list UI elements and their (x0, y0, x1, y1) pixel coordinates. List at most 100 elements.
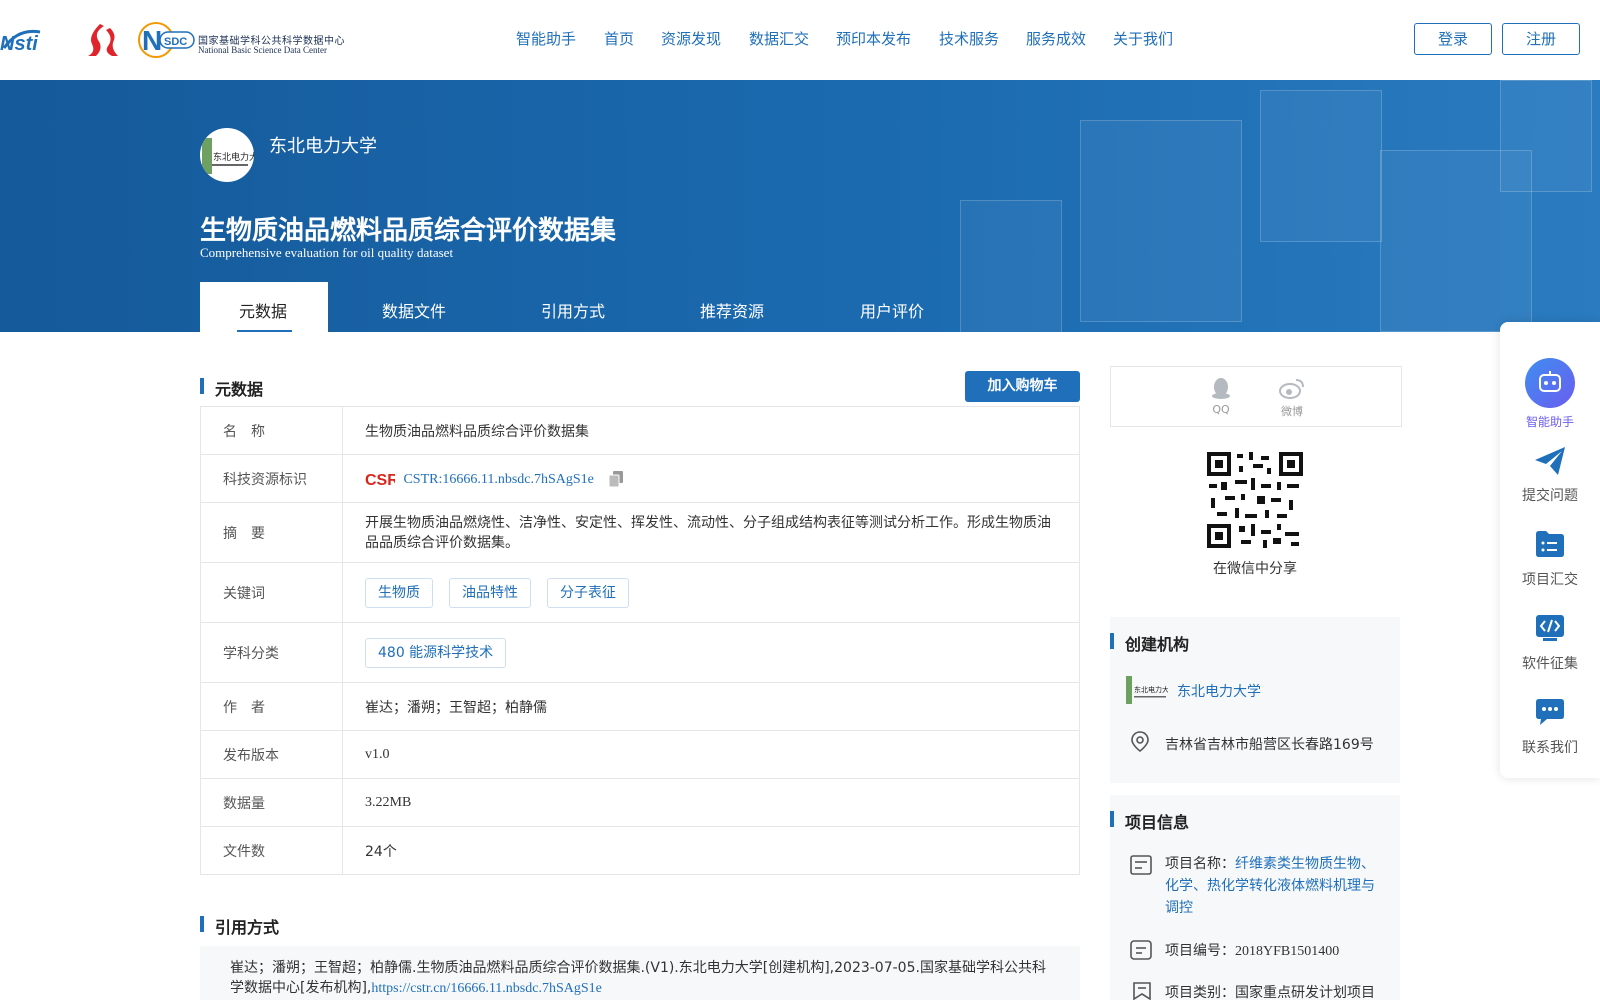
project-code-value: 2018YFB1501400 (1235, 944, 1340, 959)
subject-tag[interactable]: 480 能源科学技术 (365, 637, 507, 668)
table-row: 科技资源标识 CSR CSTR:16666.11.nbsdc.7hSAgS1e (200, 454, 1080, 503)
section-marker (1110, 633, 1114, 649)
copy-icon[interactable] (608, 470, 624, 488)
citation-link[interactable]: https://cstr.cn/16666.11.nbsdc.7hSAgS1e (371, 981, 601, 996)
dataset-name-value: 生物质油品燃料品质综合评价数据集 (342, 406, 1080, 455)
keyword-tag[interactable]: 油品特性 (449, 577, 531, 608)
table-row: 数据量 3.22MB (200, 778, 1080, 827)
paper-plane-icon[interactable] (1534, 446, 1566, 476)
creator-org-logo[interactable]: 东北电力大学 (1126, 674, 1168, 706)
table-row: 关键词 生物质 油品特性 分子表征 (200, 562, 1080, 623)
section-marker (200, 378, 204, 394)
section-marker (200, 916, 204, 932)
chat-icon[interactable] (1535, 698, 1565, 726)
tab-reviews[interactable]: 用户评价 (860, 298, 924, 322)
location-icon (1131, 731, 1149, 752)
project-code: 项目编号：2018YFB1501400 (1165, 940, 1339, 960)
project-type-label: 项目类别： (1165, 985, 1235, 1001)
folder-list-icon[interactable] (1535, 530, 1565, 558)
citation-text-block: 崔达；潘朔；王智超；柏静儒.生物质油品燃料品质综合评价数据集.(V1).东北电力… (200, 946, 1080, 999)
weibo-icon[interactable] (1279, 377, 1305, 399)
org-logo[interactable]: 东北电力大学 (200, 128, 254, 182)
row-label: 关键词 (200, 562, 343, 623)
dataset-subtitle: Comprehensive evaluation for oil quality… (200, 245, 454, 260)
metadata-table: 名 称 生物质油品燃料品质综合评价数据集 科技资源标识 CSR CSTR:166… (200, 406, 1080, 875)
share-box: QQ 微博 (1110, 366, 1402, 427)
wechat-qr-code (1205, 450, 1305, 550)
assistant-button[interactable] (1525, 358, 1575, 408)
metadata-section-title: 元数据 (215, 380, 264, 399)
project-code-label: 项目编号： (1165, 943, 1235, 959)
svg-text:东北电力大学: 东北电力大学 (1134, 685, 1168, 694)
project-name-label: 项目名称： (1165, 856, 1235, 872)
project-code-icon (1130, 940, 1152, 960)
section-marker (1110, 811, 1114, 827)
keyword-tag[interactable]: 生物质 (365, 577, 433, 608)
nsti-logo[interactable]: Nsti (0, 24, 66, 56)
row-label: 名 称 (200, 406, 343, 455)
table-row: 学科分类 480 能源科学技术 (200, 622, 1080, 683)
partner-logo[interactable] (82, 22, 120, 58)
cstr-cell: CSR CSTR:16666.11.nbsdc.7hSAgS1e (342, 454, 1080, 503)
tab-recommended[interactable]: 推荐资源 (700, 298, 764, 322)
svg-text:SDC: SDC (164, 36, 187, 48)
tab-citation[interactable]: 引用方式 (541, 298, 605, 322)
creator-address: 吉林省吉林市船营区长春路169号 (1165, 737, 1374, 753)
nav-data-submission[interactable]: 数据汇交 (749, 28, 809, 49)
banner-org-name[interactable]: 东北电力大学 (269, 132, 377, 158)
authors-value: 崔达；潘朔；王智超；柏静儒 (342, 682, 1080, 731)
table-row: 文件数 24个 (200, 826, 1080, 875)
qq-icon[interactable] (1211, 377, 1231, 399)
data-size-value: 3.22MB (342, 778, 1080, 827)
row-label: 发布版本 (200, 730, 343, 779)
nav-resource-discovery[interactable]: 资源发现 (661, 28, 721, 49)
banner-decoration (1080, 120, 1242, 322)
citation-text: 崔达；潘朔；王智超；柏静儒.生物质油品燃料品质综合评价数据集.(V1).东北电力… (230, 960, 1046, 996)
add-to-cart-button[interactable]: 加入购物车 (965, 371, 1080, 402)
nsdc-logo[interactable]: N SDC 国家基础学科公共科学数据中心 National Basic Scie… (136, 20, 348, 60)
tab-metadata[interactable]: 元数据 (239, 298, 287, 322)
nav-tech-service[interactable]: 技术服务 (939, 28, 999, 49)
sidebar-contact-us[interactable]: 联系我们 (1500, 737, 1600, 757)
version-value: v1.0 (342, 730, 1080, 779)
cstr-link[interactable]: CSTR:16666.11.nbsdc.7hSAgS1e (403, 472, 593, 487)
citation-panel: 崔达；潘朔；王智超；柏静儒.生物质油品燃料品质综合评价数据集.(V1).东北电力… (200, 946, 1080, 1000)
tab-data-files[interactable]: 数据文件 (382, 298, 446, 322)
cstr-logo-icon: CSR (365, 472, 399, 489)
tab-active-indicator (237, 330, 292, 332)
login-button[interactable]: 登录 (1414, 23, 1492, 55)
table-row: 作 者 崔达；潘朔；王智超；柏静儒 (200, 682, 1080, 731)
weibo-label: 微博 (1281, 405, 1303, 418)
robot-icon (1539, 371, 1561, 392)
project-type-value: 国家重点研发计划项目 (1235, 985, 1375, 1001)
keyword-tag[interactable]: 分子表征 (547, 577, 629, 608)
dataset-title: 生物质油品燃料品质综合评价数据集 (200, 216, 617, 246)
nsdc-en-name: National Basic Science Data Center (198, 45, 327, 55)
subject-cell: 480 能源科学技术 (342, 622, 1080, 683)
row-label: 摘 要 (200, 502, 343, 563)
row-label: 数据量 (200, 778, 343, 827)
file-count-value: 24个 (342, 826, 1080, 875)
sidebar-software-collection[interactable]: 软件征集 (1500, 653, 1600, 673)
keywords-cell: 生物质 油品特性 分子表征 (342, 562, 1080, 623)
row-label: 作 者 (200, 682, 343, 731)
nav-home[interactable]: 首页 (604, 28, 634, 49)
sidebar-assistant-label[interactable]: 智能助手 (1500, 413, 1600, 430)
project-type: 项目类别：国家重点研发计划项目 (1165, 982, 1375, 1002)
nav-assistant[interactable]: 智能助手 (516, 28, 576, 49)
row-label: 文件数 (200, 826, 343, 875)
creator-org-link[interactable]: 东北电力大学 (1177, 681, 1261, 701)
svg-text:CSR: CSR (365, 472, 395, 488)
svg-text:Nsti: Nsti (0, 33, 38, 55)
nav-service-results[interactable]: 服务成效 (1026, 28, 1086, 49)
project-section-title: 项目信息 (1125, 813, 1190, 832)
register-button[interactable]: 注册 (1502, 23, 1580, 55)
qq-label: QQ (1212, 403, 1230, 416)
sidebar-submit-question[interactable]: 提交问题 (1500, 485, 1600, 505)
svg-text:东北电力大学: 东北电力大学 (213, 151, 254, 162)
top-header: Nsti N SDC 国家基础学科公共科学数据中心 National Basic… (0, 0, 1600, 81)
nav-preprint[interactable]: 预印本发布 (836, 28, 911, 49)
sidebar-project-submission[interactable]: 项目汇交 (1500, 569, 1600, 589)
nav-about[interactable]: 关于我们 (1113, 28, 1173, 49)
code-icon[interactable] (1535, 614, 1565, 642)
